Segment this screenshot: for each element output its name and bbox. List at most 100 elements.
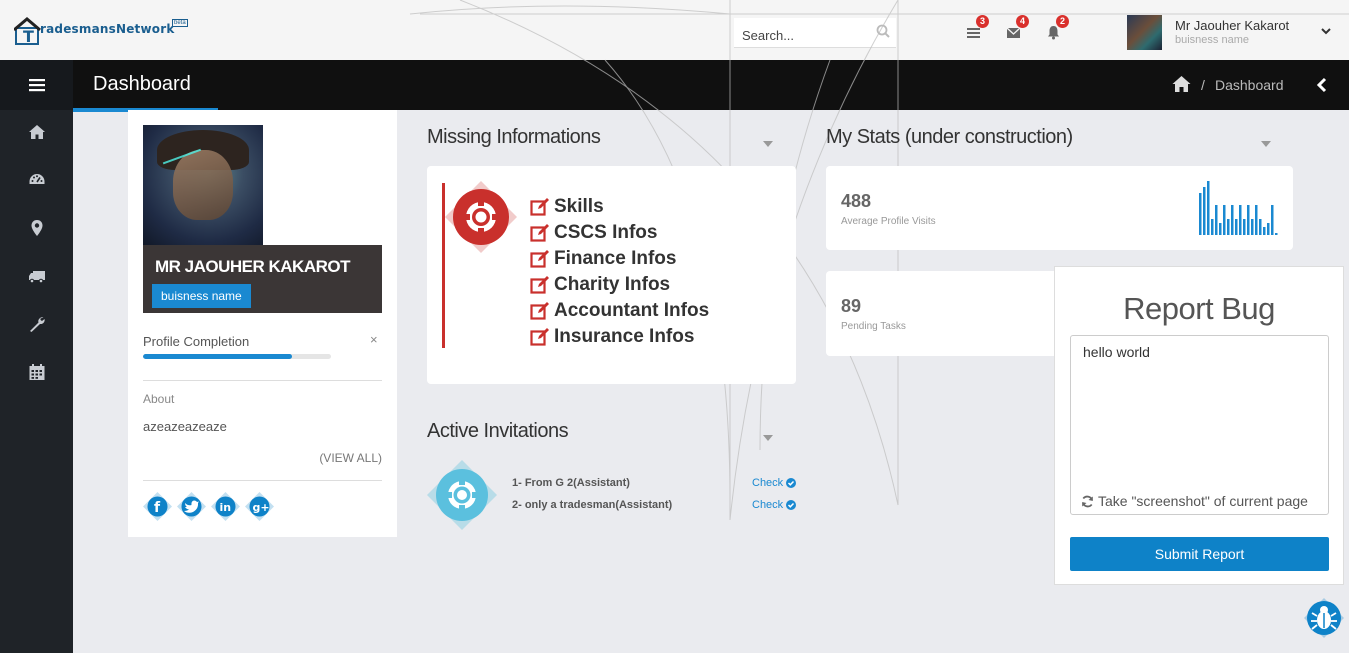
list-item[interactable]: Insurance Infos <box>530 324 709 350</box>
breadcrumb-current: Dashboard <box>1215 77 1284 93</box>
profile-completion-label: Profile Completion <box>143 334 250 349</box>
view-all-link[interactable]: (VIEW ALL) <box>319 451 382 465</box>
sidebar-item-tools[interactable] <box>0 304 73 344</box>
svg-text:T: T <box>23 27 34 46</box>
chevron-down-icon[interactable] <box>1319 24 1333 38</box>
top-header: T radesmansNetwork beta 3 4 2 Mr <box>0 0 1349 60</box>
profile-card: MR JAOUHER KAKAROT buisness name Profile… <box>128 110 397 537</box>
chevron-left-icon[interactable] <box>1316 77 1328 93</box>
missing-item-label: Finance Infos <box>554 248 677 269</box>
check-invitation-link[interactable]: Check <box>752 477 797 489</box>
bug-description-textarea[interactable]: hello world <box>1070 335 1329 515</box>
caret-down-icon[interactable] <box>1261 141 1271 147</box>
profile-photo <box>143 125 263 245</box>
list-item[interactable]: CSCS Infos <box>530 220 709 246</box>
logo[interactable]: T radesmansNetwork beta <box>14 14 188 48</box>
user-name[interactable]: Mr Jaouher Kakarot <box>1175 18 1289 33</box>
stat-value: 89 <box>841 296 862 316</box>
missing-informations-title: Missing Informations <box>427 126 601 148</box>
sidebar-item-dashboard[interactable] <box>0 160 73 200</box>
logo-beta-badge: beta <box>172 19 188 27</box>
check-invitation-link[interactable]: Check <box>752 499 797 511</box>
user-business-name: buisness name <box>1175 34 1249 46</box>
invitation-row: 2- only a tradesman(Assistant) <box>512 499 673 511</box>
list-item[interactable]: Accountant Infos <box>530 298 709 324</box>
active-invitations-title: Active Invitations <box>427 420 569 442</box>
take-screenshot-label: Take "screenshot" of current page <box>1098 493 1308 509</box>
sidebar-item-location[interactable] <box>0 208 73 248</box>
svg-text:g+: g+ <box>253 501 270 514</box>
profile-business-badge[interactable]: buisness name <box>152 284 251 308</box>
home-icon[interactable] <box>1172 75 1191 93</box>
caret-down-icon[interactable] <box>763 435 773 441</box>
alerts-notification-button[interactable]: 2 <box>1038 15 1069 48</box>
missing-items-list: Skills CSCS Infos Finance Infos Charity … <box>530 194 709 350</box>
my-stats-title: My Stats (under construction) <box>826 126 1073 148</box>
sidebar <box>0 60 73 653</box>
logo-text: radesmansNetwork <box>40 22 175 36</box>
hamburger-menu-icon <box>28 79 45 92</box>
page-title: Dashboard <box>93 73 191 95</box>
caret-down-icon[interactable] <box>763 141 773 147</box>
invitation-row: 1- From G 2(Assistant) <box>512 477 630 489</box>
sidebar-item-calendar[interactable] <box>0 352 73 392</box>
list-item[interactable]: Skills <box>530 194 709 220</box>
search-box <box>734 18 896 48</box>
google-plus-icon[interactable]: g+ <box>245 492 274 521</box>
truck-icon <box>28 271 45 284</box>
sidebar-item-trucks[interactable] <box>0 256 73 296</box>
check-circle-icon <box>786 500 797 510</box>
svg-text:in: in <box>220 501 232 514</box>
search-icon[interactable] <box>876 24 890 38</box>
divider <box>143 480 382 481</box>
missing-item-label: CSCS Infos <box>554 222 658 243</box>
refresh-icon <box>1082 495 1093 507</box>
sidebar-item-home[interactable] <box>0 112 73 152</box>
stat-card-visits: 488 Average Profile Visits <box>826 166 1293 250</box>
list-item[interactable]: Finance Infos <box>530 246 709 272</box>
map-marker-icon <box>31 220 42 236</box>
stat-label: Average Profile Visits <box>841 216 936 227</box>
linkedin-icon[interactable]: in <box>211 492 240 521</box>
missing-item-label: Insurance Infos <box>554 326 695 347</box>
home-icon <box>28 125 45 139</box>
social-links: f in g+ <box>143 492 274 521</box>
twitter-icon[interactable] <box>177 492 206 521</box>
about-label: About <box>143 392 175 406</box>
user-avatar[interactable] <box>1127 15 1162 50</box>
check-label: Check <box>752 477 784 489</box>
lifebuoy-icon <box>445 181 517 253</box>
facebook-icon[interactable]: f <box>143 492 172 521</box>
list-item[interactable]: Charity Infos <box>530 272 709 298</box>
profile-name-box: MR JAOUHER KAKAROT buisness name <box>143 245 382 313</box>
edit-icon <box>530 250 549 268</box>
messages-notification-button[interactable]: 4 <box>998 15 1029 48</box>
divider <box>143 380 382 381</box>
visits-sparkline-chart <box>1199 181 1278 235</box>
dashboard-gauge-icon <box>29 174 44 184</box>
missing-item-label: Charity Infos <box>554 274 671 295</box>
check-label: Check <box>752 499 784 511</box>
check-circle-icon <box>786 478 797 488</box>
profile-name: MR JAOUHER KAKAROT <box>155 257 351 276</box>
tasks-count-badge: 3 <box>976 15 989 28</box>
missing-informations-card: Skills CSCS Infos Finance Infos Charity … <box>427 166 796 384</box>
take-screenshot-link[interactable]: Take "screenshot" of current page <box>1081 493 1308 509</box>
alerts-count-badge: 2 <box>1056 15 1069 28</box>
missing-item-label: Skills <box>554 196 604 217</box>
search-input[interactable] <box>734 18 896 47</box>
edit-icon <box>530 224 549 242</box>
submit-report-button[interactable]: Submit Report <box>1070 537 1329 571</box>
svg-text:f: f <box>154 500 161 516</box>
bug-report-icon[interactable] <box>1304 598 1344 638</box>
close-icon[interactable]: × <box>370 332 378 347</box>
tasks-notification-button[interactable]: 3 <box>958 15 989 48</box>
messages-count-badge: 4 <box>1016 15 1029 28</box>
profile-completion-fill <box>143 354 292 359</box>
sidebar-toggle-button[interactable] <box>0 60 73 110</box>
edit-icon <box>530 198 549 216</box>
edit-icon <box>530 302 549 320</box>
calendar-icon <box>29 364 44 380</box>
breadcrumb-separator: / <box>1201 77 1205 93</box>
page-header: Dashboard / Dashboard <box>73 60 1349 112</box>
